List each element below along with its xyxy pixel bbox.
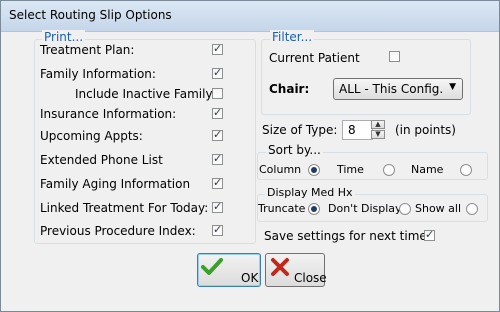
check-icon: ✓ [213,152,223,165]
medhx-option-label: Show all [415,202,462,215]
dialog-window: Select Routing Slip Options Print... Tre… [0,0,500,312]
save-settings-checkbox[interactable]: ✓ [424,228,435,241]
medhx-show-all-radio[interactable] [466,203,478,215]
sort-option-label: Time [337,163,364,176]
sort-time-radio[interactable] [383,164,395,176]
print-item-label: Include Inactive Family [75,87,213,101]
dropdown-arrow-icon: ▼ [449,82,456,92]
size-label: Size of Type: [262,123,338,137]
sort-legend: Sort by... [266,143,323,157]
sort-column-radio[interactable] [308,164,320,176]
chair-label: Chair: [269,82,310,96]
print-treatment-plan-checkbox[interactable]: ✓ [212,42,223,55]
print-family-information-checkbox[interactable]: ✓ [212,66,223,79]
print-previous-procedure-index-checkbox[interactable]: ✓ [212,223,223,236]
radio-selected-dot [311,206,317,212]
print-insurance-information-checkbox[interactable]: ✓ [212,106,223,119]
medhx-option-label: Don't Display [328,202,402,215]
current-patient-label: Current Patient [269,51,360,65]
title-bar[interactable]: Select Routing Slip Options [1,1,499,32]
print-item-label: Treatment Plan: [40,43,135,57]
print-item-label: Insurance Information: [40,107,177,121]
window-title: Select Routing Slip Options [9,8,172,22]
sort-name-radio[interactable] [460,164,472,176]
check-icon: ✓ [213,106,223,119]
x-icon [271,258,289,276]
filter-legend: Filter... [270,30,315,44]
close-button[interactable]: Close [265,253,327,287]
ok-button-label: OK [241,271,259,285]
size-value: 8 [348,123,356,137]
print-item-label: Previous Procedure Index: [40,224,196,238]
current-patient-checkbox[interactable] [389,51,400,62]
close-button-label: Close [294,271,327,285]
check-icon: ✓ [213,66,223,79]
print-item-label: Family Aging Information [40,177,191,191]
print-upcoming-appts-checkbox[interactable]: ✓ [212,128,223,141]
medhx-dont-display-radio[interactable] [399,203,411,215]
check-icon: ✓ [425,228,435,241]
ok-button[interactable]: OK [197,253,261,287]
check-icon: ✓ [213,42,223,55]
sort-option-label: Name [411,163,444,176]
medhx-option-label: Truncate [258,202,306,215]
chair-select[interactable]: ALL - This Config. ▼ [333,78,463,100]
chair-select-value: ALL - This Config. [339,82,444,96]
print-item-label: Upcoming Appts: [40,129,143,143]
print-item-label: Linked Treatment For Today: [40,201,209,215]
dialog-client: Print... Treatment Plan: ✓ Family Inform… [3,30,497,309]
check-icon: ✓ [213,128,223,141]
check-icon: ✓ [213,200,223,213]
check-icon: ✓ [213,176,223,189]
print-item-label: Family Information: [40,67,156,81]
print-legend: Print... [42,30,86,44]
spin-up-icon[interactable]: ▲ [371,120,385,129]
check-icon: ✓ [213,223,223,236]
print-extended-phone-list-checkbox[interactable]: ✓ [212,152,223,165]
sort-option-label: Column [259,163,302,176]
check-icon [201,258,223,275]
print-include-inactive-family-checkbox[interactable] [212,88,223,99]
radio-selected-dot [311,167,317,173]
size-unit-label: (in points) [395,123,456,137]
print-linked-treatment-checkbox[interactable]: ✓ [212,200,223,213]
medhx-truncate-radio[interactable] [308,203,320,215]
save-settings-label: Save settings for next time [264,229,427,243]
medhx-legend: Display Med Hx [265,186,355,199]
print-item-label: Extended Phone List [40,153,163,167]
print-family-aging-checkbox[interactable]: ✓ [212,176,223,189]
spin-down-icon[interactable]: ▼ [371,130,385,139]
size-input[interactable]: 8 [342,120,373,140]
